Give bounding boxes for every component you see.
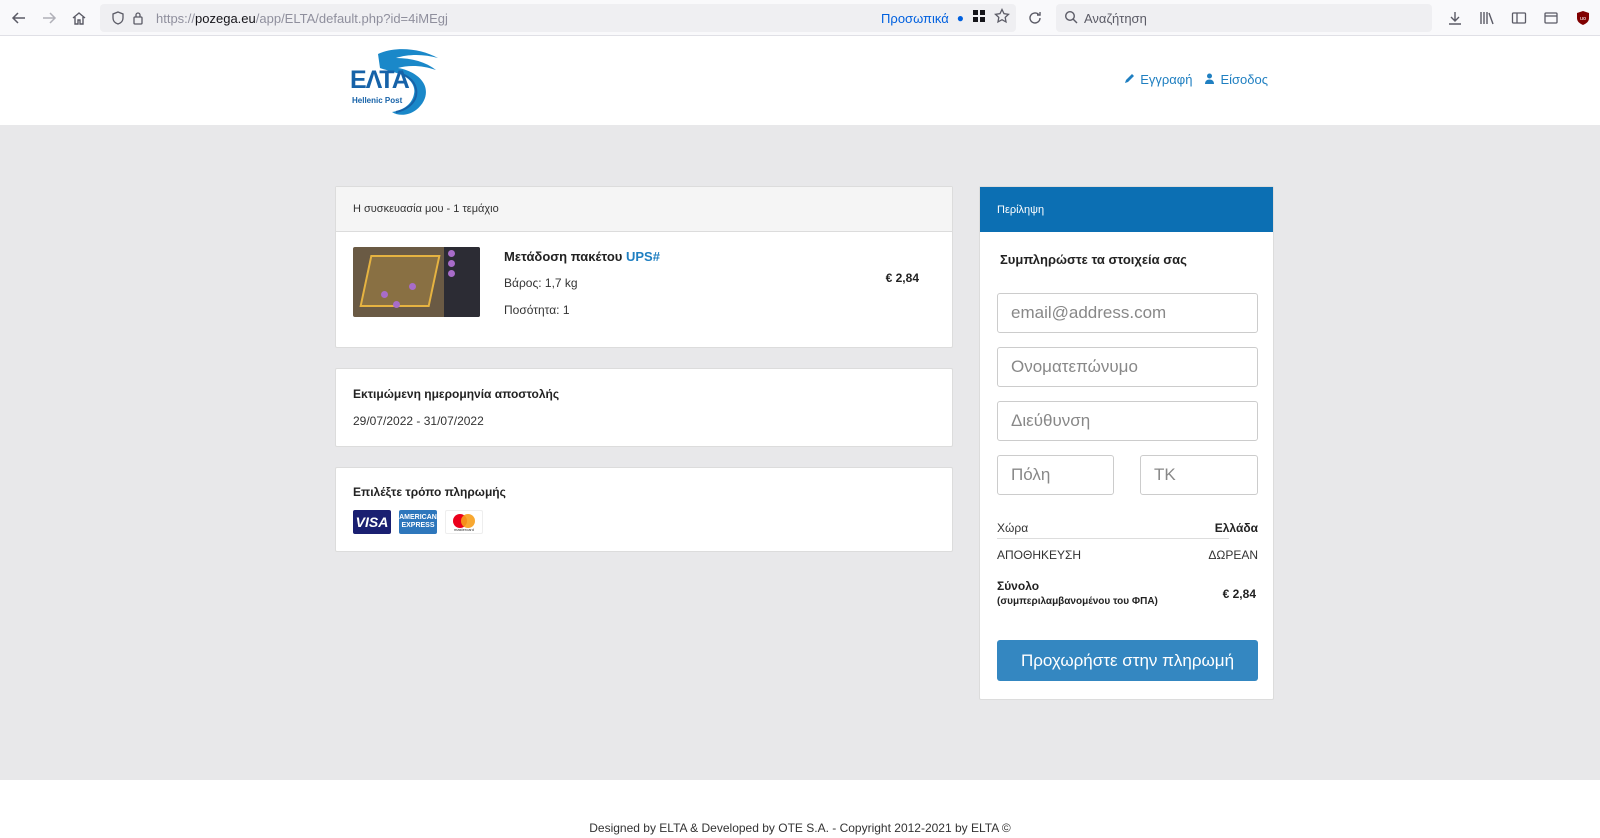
proceed-payment-button[interactable]: Προχωρήστε στην πληρωμή [997, 640, 1258, 681]
site-header: ΕΛΤΑ Hellenic Post Εγγραφή Είσοδος [0, 36, 1600, 125]
fingerprint-icon: ● [956, 11, 964, 25]
total-label: Σύνολο [997, 579, 1040, 593]
country-value: Ελλάδα [1214, 521, 1258, 535]
pencil-icon [1124, 72, 1135, 87]
register-link[interactable]: Εγγραφή [1124, 72, 1192, 87]
footer-text: Designed by ELTA & Developed by OTE S.A.… [589, 821, 1011, 835]
download-icon[interactable] [1440, 3, 1470, 33]
user-icon [1204, 72, 1215, 87]
grid-icon[interactable] [972, 9, 986, 28]
amex-card-icon[interactable]: AMERICAN EXPRESS [399, 510, 437, 534]
email-field[interactable] [997, 293, 1258, 333]
url-bar[interactable]: https://pozega.eu/app/ELTA/default.php?i… [100, 4, 1016, 32]
total-vat-note: (συμπεριλαμβανομένου του ΦΠΑ) [997, 596, 1158, 607]
ups-highlight[interactable]: UPS# [626, 249, 660, 264]
delivery-dates: 29/07/2022 - 31/07/2022 [353, 414, 484, 428]
personal-container-label[interactable]: Προσωπικά [881, 11, 949, 26]
package-card: Η συσκευασία μου - 1 τεμάχιο Μετάδοση πα… [335, 186, 953, 348]
payment-card: Επιλέξτε τρόπο πληρωμής VISA AMERICAN EX… [335, 467, 953, 552]
logo-subtitle: Hellenic Post [352, 96, 403, 105]
country-label: Χώρα [997, 521, 1029, 535]
back-icon[interactable] [4, 3, 34, 33]
forward-icon[interactable] [34, 3, 64, 33]
total-value: € 2,84 [1222, 587, 1256, 601]
city-field[interactable] [997, 455, 1114, 495]
mastercard-label: mastercard [453, 527, 474, 532]
form-title: Συμπληρώστε τα στοιχεία σας [1000, 252, 1187, 267]
checkout-main: Η συσκευασία μου - 1 τεμάχιο Μετάδοση πα… [0, 125, 1600, 780]
visa-card-icon[interactable]: VISA [353, 510, 391, 534]
footer: Designed by ELTA & Developed by OTE S.A.… [0, 780, 1600, 838]
search-placeholder: Αναζήτηση [1084, 10, 1147, 26]
package-price: € 2,84 [885, 271, 919, 285]
country-row: Χώρα Ελλάδα [997, 521, 1258, 535]
svg-text:uo: uo [1580, 16, 1586, 22]
shipping-value: ΔΩΡΕΑΝ [1208, 548, 1258, 562]
search-icon [1064, 10, 1078, 27]
address-field[interactable] [997, 401, 1258, 441]
url-text[interactable]: https://pozega.eu/app/ELTA/default.php?i… [156, 11, 448, 26]
login-link[interactable]: Είσοδος [1204, 72, 1268, 87]
lock-icon[interactable] [128, 8, 148, 28]
summary-header: Περίληψη [980, 187, 1273, 232]
package-weight: Βάρος: 1,7 kg [504, 276, 578, 290]
header-nav: Εγγραφή Είσοδος [1124, 72, 1268, 87]
library-icon[interactable] [1472, 3, 1502, 33]
shipping-label: ΑΠΟΘΗΚΕΥΣΗ [997, 548, 1082, 562]
package-image [353, 247, 480, 317]
register-label: Εγγραφή [1140, 72, 1193, 87]
elta-logo[interactable]: ΕΛΤΑ Hellenic Post [350, 44, 452, 116]
bookmark-star-icon[interactable] [994, 7, 1010, 29]
mastercard-icon[interactable]: mastercard [445, 510, 483, 534]
package-card-header: Η συσκευασία μου - 1 τεμάχιο [336, 187, 952, 232]
ublock-shield-icon[interactable]: uo [1568, 3, 1598, 33]
shipping-row: ΑΠΟΘΗΚΕΥΣΗ ΔΩΡΕΑΝ [997, 548, 1258, 562]
delivery-card: Εκτιμώμενη ημερομηνία αποστολής 29/07/20… [335, 368, 953, 447]
package-title: Μετάδοση πακέτου UPS# [504, 249, 660, 264]
window-icon[interactable] [1536, 3, 1566, 33]
logo-text: ΕΛΤΑ [350, 66, 410, 94]
browser-toolbar: https://pozega.eu/app/ELTA/default.php?i… [0, 0, 1600, 36]
payment-title: Επιλέξτε τρόπο πληρωμής [353, 485, 506, 499]
summary-divider [997, 538, 1229, 539]
payment-methods: VISA AMERICAN EXPRESS mastercard [353, 510, 483, 534]
summary-panel: Περίληψη Συμπληρώστε τα στοιχεία σας Χώρ… [979, 186, 1274, 700]
shield-icon[interactable] [108, 8, 128, 28]
zip-field[interactable] [1140, 455, 1258, 495]
search-bar[interactable]: Αναζήτηση [1056, 4, 1432, 32]
home-icon[interactable] [64, 3, 94, 33]
reload-icon[interactable] [1020, 3, 1050, 33]
fullname-field[interactable] [997, 347, 1258, 387]
login-label: Είσοδος [1220, 72, 1268, 87]
delivery-title: Εκτιμώμενη ημερομηνία αποστολής [353, 387, 560, 401]
package-quantity: Ποσότητα: 1 [504, 303, 570, 317]
sidebar-icon[interactable] [1504, 3, 1534, 33]
